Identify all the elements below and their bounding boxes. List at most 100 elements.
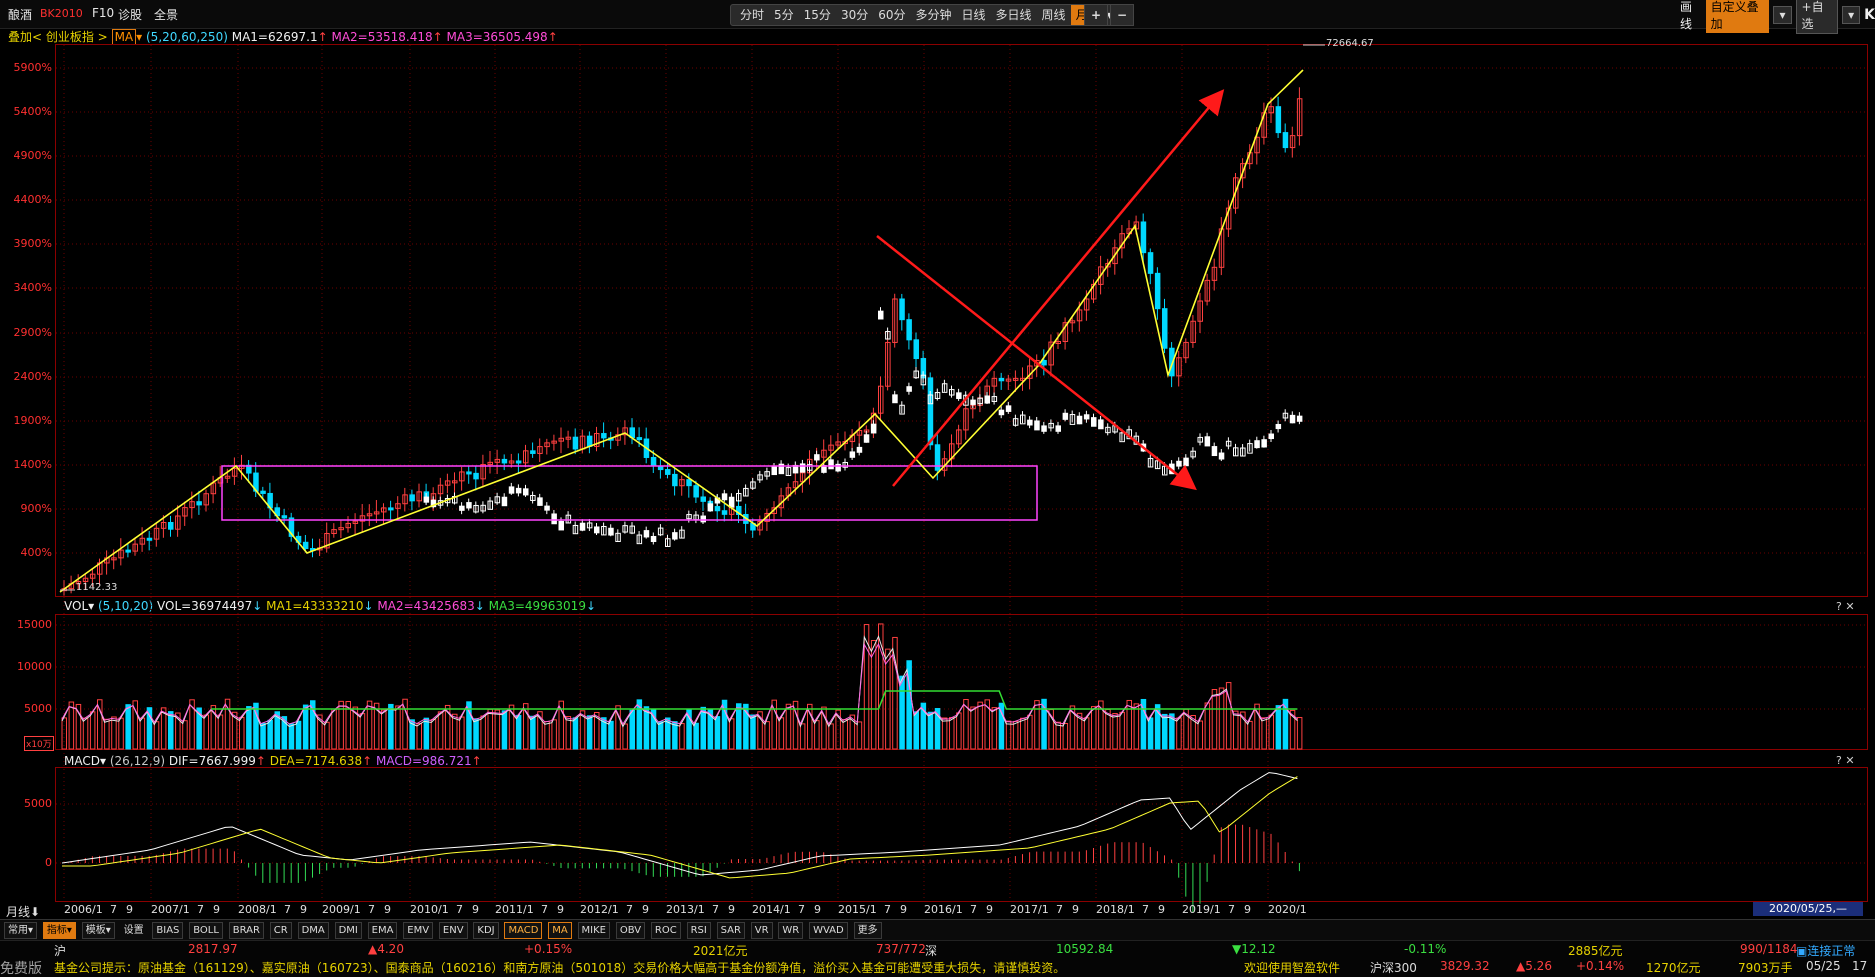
indicator-wvad[interactable]: WVAD xyxy=(809,922,848,939)
overlay-body xyxy=(423,496,430,503)
high-label: 72664.67 xyxy=(1326,38,1374,49)
overlay-body xyxy=(1218,452,1225,460)
indicator-wr[interactable]: WR xyxy=(778,922,804,939)
tab-settings[interactable]: 设置 xyxy=(121,923,147,938)
indicator-bias[interactable]: BIAS xyxy=(152,922,184,939)
overlay-body xyxy=(700,515,706,523)
volume-bar xyxy=(544,721,550,750)
overlay-body xyxy=(998,409,1005,416)
x-tick: 2012/1 xyxy=(580,903,619,916)
candle-body xyxy=(686,479,692,487)
overlay-body xyxy=(608,527,614,536)
volume-bar xyxy=(203,714,209,750)
x-tick: 2011/1 xyxy=(495,903,534,916)
macd-y-tick: 0 xyxy=(45,856,52,869)
overlay-body xyxy=(721,493,728,501)
hs300-amount: 1270亿元 xyxy=(1646,961,1701,975)
x-tick: 7 xyxy=(884,903,891,916)
indicator-kdj[interactable]: KDJ xyxy=(473,922,499,939)
candle-body xyxy=(572,436,579,450)
volume-bar xyxy=(927,711,934,750)
overlay-body xyxy=(1289,414,1296,424)
tab-indicators[interactable]: 指标▾ xyxy=(42,922,76,939)
volume-bar xyxy=(949,717,955,750)
candle-body xyxy=(1162,308,1168,349)
candle-body xyxy=(586,435,593,447)
indicator-dma[interactable]: DMA xyxy=(297,922,329,939)
overlay-body xyxy=(1055,425,1061,432)
volume-bar xyxy=(331,708,337,750)
volume-bar xyxy=(1126,699,1132,750)
volume-bar xyxy=(1162,713,1168,750)
indicator-more[interactable]: 更多 xyxy=(853,922,882,939)
indicator-brar[interactable]: BRAR xyxy=(228,922,264,939)
volume-bar xyxy=(856,721,863,750)
overlay-body xyxy=(672,532,678,540)
x-tick: 2014/1 xyxy=(752,903,791,916)
overlay-body xyxy=(1076,415,1083,425)
x-tick: 2010/1 xyxy=(410,903,449,916)
volume-bar xyxy=(1034,700,1040,750)
candle-body xyxy=(1275,106,1282,134)
volume-bar xyxy=(622,723,628,750)
candle-body xyxy=(672,473,678,487)
overlay-body xyxy=(579,522,586,531)
overlay-body xyxy=(466,502,472,509)
indicator-rsi[interactable]: RSI xyxy=(686,922,711,939)
volume-bar xyxy=(693,722,699,750)
overlay-body xyxy=(970,399,976,405)
volume-bar xyxy=(153,721,160,750)
indicator-vr[interactable]: VR xyxy=(750,922,773,939)
indicator-mike[interactable]: MIKE xyxy=(577,922,610,939)
chart-canvas[interactable] xyxy=(0,0,1875,940)
y-tick: 1400% xyxy=(13,458,52,471)
tab-common[interactable]: 常用▾ xyxy=(4,922,38,939)
volume-bar xyxy=(728,718,735,750)
x-tick: 9 xyxy=(986,903,993,916)
x-tick: 7 xyxy=(456,903,463,916)
x-tick: 2013/1 xyxy=(666,903,705,916)
volume-bar xyxy=(487,708,493,750)
indicator-dmi[interactable]: DMI xyxy=(334,922,362,939)
date-readout: 2020/05/25,— xyxy=(1753,902,1863,916)
x-tick: 7 xyxy=(541,903,548,916)
overlay-body xyxy=(1083,414,1090,420)
candle-body xyxy=(998,377,1005,382)
overlay-body xyxy=(594,526,600,534)
candle-body xyxy=(899,298,905,321)
indicator-macd[interactable]: MACD xyxy=(504,922,543,939)
tab-templates[interactable]: 模板▾ xyxy=(81,922,115,939)
indicator-boll[interactable]: BOLL xyxy=(189,922,223,939)
volume-bar xyxy=(395,705,401,750)
volume-bar xyxy=(643,706,650,750)
news-text[interactable]: 基金公司提示：原油基金（161129）、嘉实原油（160723）、国泰商品（16… xyxy=(54,959,1224,976)
volume-bar xyxy=(125,704,131,750)
volume-bar xyxy=(246,706,252,750)
volume-bar xyxy=(1261,717,1267,750)
candle-body xyxy=(693,485,699,498)
volume-bar xyxy=(310,700,316,750)
candle-body xyxy=(636,437,643,441)
indicator-env[interactable]: ENV xyxy=(438,922,468,939)
indicator-ema[interactable]: EMA xyxy=(367,922,398,939)
indicator-ma[interactable]: MA xyxy=(548,922,572,939)
x-tick: 9 xyxy=(728,903,735,916)
indicator-sar[interactable]: SAR xyxy=(716,922,745,939)
indicator-cr[interactable]: CR xyxy=(269,922,292,939)
indicator-obv[interactable]: OBV xyxy=(615,922,646,939)
volume-bar xyxy=(295,720,302,750)
candle-body xyxy=(650,456,657,467)
volume-bar xyxy=(828,723,834,750)
y-tick: 3900% xyxy=(13,237,52,250)
volume-bar xyxy=(82,717,89,750)
x-tick: 9 xyxy=(1158,903,1165,916)
volume-bar xyxy=(551,719,557,750)
volume-bar xyxy=(515,714,522,750)
candle-body xyxy=(714,506,721,512)
overlay-body xyxy=(1062,412,1069,420)
volume-bar xyxy=(104,718,110,750)
indicator-emv[interactable]: EMV xyxy=(403,922,434,939)
overlay-body xyxy=(1027,419,1033,426)
overlay-body xyxy=(849,451,856,458)
indicator-roc[interactable]: ROC xyxy=(650,922,681,939)
